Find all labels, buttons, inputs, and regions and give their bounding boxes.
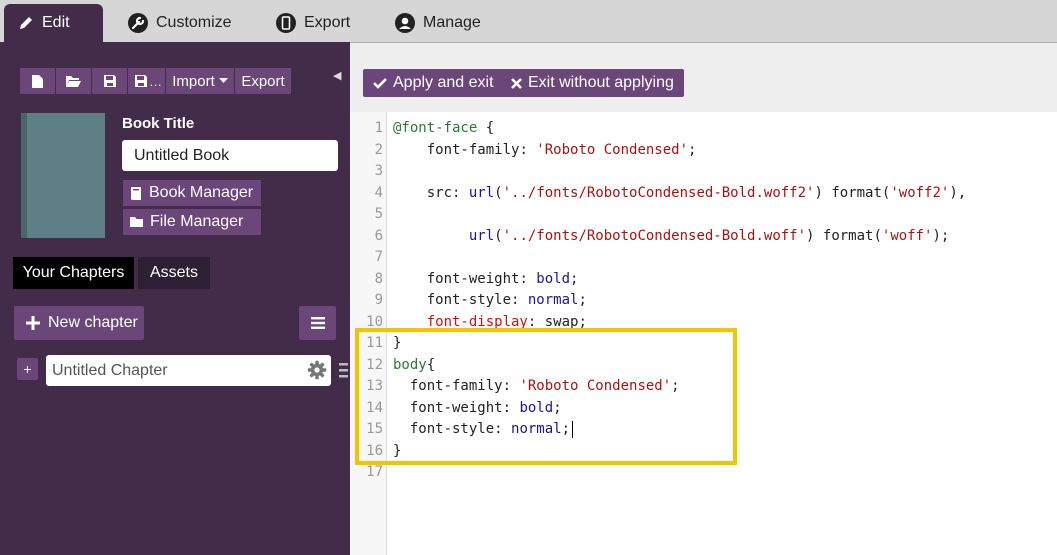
tab-customize[interactable]: Customize — [114, 4, 246, 42]
tab-edit-label: Edit — [42, 14, 70, 31]
apply-and-exit-button[interactable]: Apply and exit — [363, 69, 504, 97]
expand-chapter-button[interactable]: + — [17, 358, 38, 380]
editor-action-bar: Apply and exit Exit without applying — [350, 42, 1057, 112]
open-button[interactable] — [56, 68, 92, 94]
pencil-icon — [20, 17, 32, 29]
tab-customize-label: Customize — [156, 14, 232, 31]
new-file-icon — [32, 74, 43, 88]
export-button[interactable]: Export — [235, 68, 291, 94]
gear-icon[interactable] — [307, 360, 327, 380]
wrench-icon — [128, 13, 148, 33]
file-manager-button[interactable]: File Manager — [123, 209, 261, 235]
book-manager-label: Book Manager — [149, 184, 254, 201]
save-button[interactable] — [92, 68, 128, 94]
tab-your-chapters-label: Your Chapters — [22, 264, 125, 281]
open-folder-icon — [66, 76, 81, 87]
book-title-input[interactable]: Untitled Book — [122, 140, 338, 171]
tab-edit[interactable]: Edit — [4, 4, 103, 42]
drag-handle-icon[interactable] — [339, 363, 348, 379]
check-icon — [373, 78, 387, 89]
import-dropdown[interactable]: Import — [166, 68, 235, 94]
new-chapter-label: New chapter — [48, 314, 138, 331]
folder-icon — [130, 217, 143, 227]
tab-export[interactable]: Export — [262, 4, 364, 42]
new-file-button[interactable] — [20, 68, 56, 94]
import-label: Import — [172, 72, 215, 90]
save-icon — [103, 75, 116, 87]
tab-export-label: Export — [304, 14, 351, 31]
top-tab-bar: Edit Customize Export Manage — [0, 0, 1057, 42]
book-icon — [130, 186, 141, 200]
book-title-label: Book Title — [122, 115, 195, 132]
close-icon — [511, 77, 522, 89]
tab-manage[interactable]: Manage — [381, 4, 495, 42]
file-manager-label: File Manager — [150, 213, 244, 230]
phone-icon — [276, 13, 296, 33]
exit-without-applying-button[interactable]: Exit without applying — [501, 69, 684, 97]
new-chapter-button[interactable]: New chapter — [14, 306, 144, 340]
book-cover[interactable] — [21, 113, 105, 238]
tab-assets-label: Assets — [149, 264, 198, 281]
exit-without-applying-label: Exit without applying — [528, 74, 674, 91]
book-spine — [21, 113, 27, 238]
sidebar: … Import Export ◀ Book Title Untitled Bo… — [0, 42, 350, 555]
export-label: Export — [241, 72, 285, 90]
tab-your-chapters[interactable]: Your Chapters — [13, 257, 134, 289]
user-icon — [395, 13, 415, 33]
hamburger-icon — [310, 317, 325, 329]
collapse-sidebar-icon[interactable]: ◀ — [333, 69, 341, 82]
save-as-button[interactable]: … — [128, 68, 166, 94]
chapter-title-input[interactable]: Untitled Chapter — [46, 355, 331, 386]
book-manager-button[interactable]: Book Manager — [123, 180, 261, 206]
plus-icon — [26, 316, 40, 330]
save-as-icon — [135, 75, 147, 87]
apply-and-exit-label: Apply and exit — [393, 74, 494, 91]
chapter-menu-button[interactable] — [299, 306, 336, 340]
highlight-box — [355, 328, 737, 465]
tab-assets[interactable]: Assets — [138, 257, 210, 289]
caret-down-icon — [218, 78, 228, 83]
expand-plus-icon: + — [23, 361, 32, 377]
tab-manage-label: Manage — [423, 14, 481, 31]
